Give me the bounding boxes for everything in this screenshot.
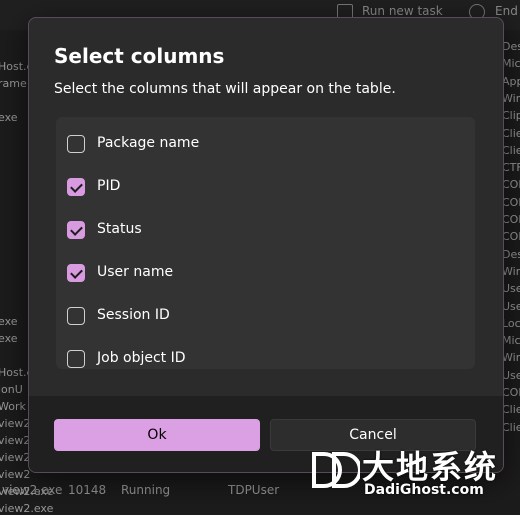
background-cell: Mic bbox=[502, 57, 520, 71]
background-cell: view2 bbox=[0, 417, 31, 430]
column-option-label: Job object ID bbox=[97, 350, 186, 366]
background-cell: Loc bbox=[502, 316, 520, 330]
background-cell: COI bbox=[502, 230, 520, 244]
background-cell: exe bbox=[0, 332, 18, 345]
background-cell: Clip bbox=[502, 109, 520, 123]
checkbox[interactable] bbox=[67, 135, 85, 153]
background-cell: Clie bbox=[502, 420, 520, 434]
background-cell: Clie bbox=[502, 143, 520, 157]
column-option-label: Package name bbox=[97, 135, 200, 151]
column-option-label: Session ID bbox=[97, 307, 170, 323]
columns-list[interactable]: Package name PID Status User name Sessio… bbox=[56, 117, 475, 369]
checkbox[interactable] bbox=[67, 221, 85, 239]
user-cell: TDPUser bbox=[228, 483, 280, 497]
background-cell: rame bbox=[0, 77, 27, 90]
background-cell: Use bbox=[502, 282, 520, 296]
background-cell: App bbox=[502, 74, 520, 88]
checkbox[interactable] bbox=[67, 264, 85, 282]
background-cell: view2 bbox=[0, 434, 31, 447]
background-cell: CTF bbox=[502, 161, 520, 175]
background-cell: exe bbox=[0, 111, 18, 124]
background-cell: Win bbox=[502, 264, 520, 278]
process-name-cell: view2.exe bbox=[2, 483, 63, 497]
status-cell: Running bbox=[121, 483, 171, 497]
background-cell: Clie bbox=[502, 126, 520, 140]
background-cell: Win bbox=[502, 91, 520, 105]
background-cell: COI bbox=[502, 213, 520, 226]
dialog-subtitle: Select the columns that will appear on t… bbox=[54, 81, 396, 97]
background-cell: Use bbox=[502, 368, 520, 382]
background-cell: Work bbox=[0, 400, 26, 413]
ok-button[interactable]: Ok bbox=[54, 419, 260, 451]
background-cell: Use bbox=[502, 299, 520, 313]
background-cell: COI bbox=[502, 178, 520, 192]
run-new-task-button[interactable]: Run new task bbox=[362, 4, 443, 18]
checkbox[interactable] bbox=[67, 178, 85, 196]
watermark-url-text: DadiGhost.com bbox=[364, 482, 484, 498]
background-cell: Des bbox=[502, 40, 520, 53]
select-columns-dialog: Select columns Select the columns that w… bbox=[28, 17, 504, 473]
background-cell: view2.exe bbox=[0, 502, 54, 515]
background-cell: COI bbox=[502, 386, 520, 399]
background-process-names: Host.e rame exe exe exe Host.e ionU Work view2 vi… bbox=[0, 40, 53, 515]
background-cell: Des bbox=[502, 247, 520, 261]
dialog-title: Select columns bbox=[54, 44, 225, 68]
column-option-label: PID bbox=[97, 178, 121, 194]
background-cell: exe bbox=[0, 315, 18, 328]
column-option-label: Status bbox=[97, 221, 142, 237]
background-cell: Win bbox=[502, 351, 520, 365]
background-cell: Clie bbox=[502, 403, 520, 417]
column-option-label: User name bbox=[97, 264, 174, 280]
checkbox[interactable] bbox=[67, 307, 85, 325]
background-cell: COI bbox=[502, 195, 520, 209]
watermark: 大地系统 DadiGhost.com bbox=[300, 440, 520, 503]
checkbox[interactable] bbox=[67, 350, 85, 368]
end-task-button[interactable]: End bbox=[495, 4, 518, 18]
background-cell: Mic bbox=[502, 334, 520, 348]
pid-cell: 10148 bbox=[68, 483, 107, 497]
background-cell: ionU bbox=[0, 383, 23, 396]
watermark-logo-icon bbox=[312, 452, 360, 488]
